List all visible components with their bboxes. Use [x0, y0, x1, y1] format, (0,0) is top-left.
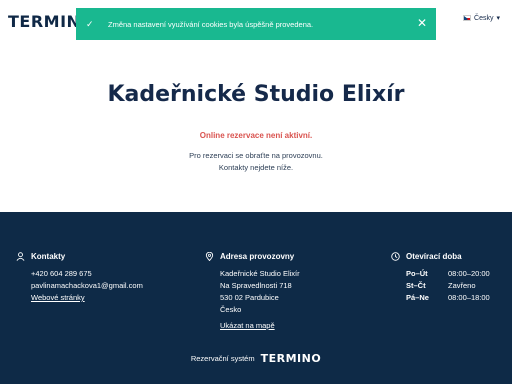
footer: Kontakty +420 604 289 675 pavlinamachack… [0, 212, 512, 384]
address-street: Na Spravedlnosti 718 [220, 281, 292, 290]
toast-message: Změna nastavení využívání cookies byla ú… [108, 19, 314, 29]
hours-row: Pá–Ne 08:00–18:00 [406, 292, 490, 304]
reservation-inactive-warning: Online rezervace není aktivní. [199, 131, 313, 140]
check-icon: ✓ [86, 18, 94, 29]
close-icon[interactable]: ✕ [416, 16, 428, 30]
person-icon [16, 252, 25, 261]
hours-heading: Otevírací doba [391, 252, 490, 261]
info-text-2: Kontakty nejdete níže. [218, 163, 294, 172]
address-heading: Adresa provozovny [205, 252, 300, 261]
address-heading-text: Adresa provozovny [220, 252, 295, 261]
show-on-map-link[interactable]: Ukázat na mapě [220, 320, 300, 332]
info-text-1: Pro rezervaci se obraťte na provozovnu. [189, 151, 323, 160]
opening-hours-section: Otevírací doba Po–Út 08:00–20:00 St–Čt Z… [391, 252, 490, 304]
powered-by: Rezervační systém TERMINO [0, 352, 512, 365]
contact-phone[interactable]: +420 604 289 675 [31, 268, 143, 280]
hours-time: 08:00–20:00 [448, 269, 490, 278]
address-name: Kadeřnické Studio Elixír [220, 269, 300, 278]
language-label: Česky [474, 14, 494, 22]
contacts-heading: Kontakty [16, 252, 143, 261]
hours-row: Po–Út 08:00–20:00 [406, 268, 490, 280]
address-country: Česko [220, 305, 242, 314]
termino-footer-logo[interactable]: TERMINO [261, 352, 322, 365]
address-section: Adresa provozovny Kadeřnické Studio Elix… [205, 252, 300, 332]
hours-days: St–Čt [406, 281, 426, 290]
main-area: TERMINO ✓ Změna nastavení využívání cook… [0, 0, 512, 212]
hours-days: Pá–Ne [406, 293, 429, 302]
chevron-down-icon: ▾ [496, 15, 500, 22]
hours-heading-text: Otevírací doba [406, 252, 462, 261]
page-title: Kadeřnické Studio Elixír [107, 82, 405, 107]
hours-time: 08:00–18:00 [448, 293, 490, 302]
website-link[interactable]: Webové stránky [31, 292, 143, 304]
hours-time: Zavřeno [448, 281, 476, 290]
address-city: 530 02 Pardubice [220, 293, 279, 302]
contact-email[interactable]: pavlinamachackova1@gmail.com [31, 280, 143, 292]
powered-by-text: Rezervační systém [190, 354, 255, 363]
clock-icon [391, 252, 400, 261]
language-selector[interactable]: Česky ▾ [463, 14, 500, 22]
hours-row: St–Čt Zavřeno [406, 280, 490, 292]
czech-flag-icon [463, 15, 472, 21]
cookie-toast: ✓ Změna nastavení využívání cookies byla… [76, 8, 436, 40]
map-pin-icon [205, 252, 214, 261]
hours-days: Po–Út [406, 269, 428, 278]
contacts-heading-text: Kontakty [31, 252, 66, 261]
contacts-section: Kontakty +420 604 289 675 pavlinamachack… [16, 252, 143, 304]
